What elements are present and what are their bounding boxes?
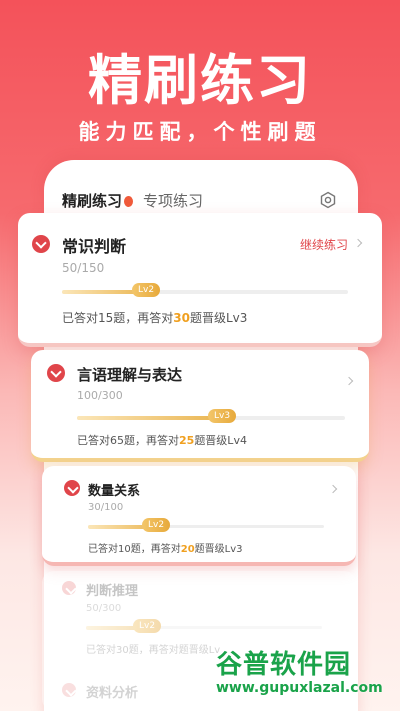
chevron-down-icon[interactable] xyxy=(62,683,76,697)
watermark-url: www.gupuxlazal.com xyxy=(216,680,383,696)
note-prefix: 已答对10题，再答对 xyxy=(88,544,181,555)
hero-title: 精刷练习 xyxy=(88,49,312,112)
level-badge: Lv2 xyxy=(133,619,162,633)
progress-bar: Lv2 xyxy=(88,518,324,532)
card-quantitative[interactable]: 数量关系 30/100 Lv2 已答对10题，再答对20题晋级Lv3 xyxy=(42,466,356,566)
level-badge: Lv2 xyxy=(132,283,161,297)
tab-bar: 精刷练习 专项练习 xyxy=(62,190,203,211)
note-suffix: 题晋级Lv4 xyxy=(194,434,247,447)
progress-bar: Lv2 xyxy=(86,619,322,633)
card-note: 已答对10题，再答对20题晋级Lv3 xyxy=(88,540,243,555)
card-title: 数量关系 xyxy=(88,484,141,499)
card-count: 100/300 xyxy=(77,389,123,402)
note-number: 20 xyxy=(180,544,195,555)
watermark: 谷普软件园 www.gupuxlazal.com xyxy=(212,644,400,704)
card-note: 已答对30题，再答对题晋级Lv xyxy=(86,641,220,656)
note-prefix: 已答对15题，再答对 xyxy=(62,311,174,325)
chevron-down-icon[interactable] xyxy=(47,364,65,382)
chevron-down-icon[interactable] xyxy=(64,480,80,496)
progress-bar: Lv2 xyxy=(62,283,348,297)
settings-icon[interactable] xyxy=(319,191,337,209)
level-badge: Lv3 xyxy=(208,409,237,423)
note-prefix: 已答对65题，再答对 xyxy=(77,434,179,447)
chevron-right-icon[interactable] xyxy=(344,376,354,386)
card-title: 判断推理 xyxy=(86,584,139,599)
card-note: 已答对15题，再答对30题晋级Lv3 xyxy=(62,309,247,326)
continue-practice-link[interactable]: 继续练习 xyxy=(300,236,348,253)
note-suffix: 题晋级Lv3 xyxy=(194,544,243,555)
chevron-right-icon[interactable] xyxy=(328,484,338,494)
note-number: 30 xyxy=(173,311,190,325)
hero-subtitle: 能力匹配，个性刷题 xyxy=(78,120,322,144)
note-prefix: 已答对30题，再答对 xyxy=(86,645,179,656)
level-badge: Lv2 xyxy=(142,518,171,532)
progress-bar: Lv3 xyxy=(77,409,345,423)
card-note: 已答对65题，再答对25题晋级Lv4 xyxy=(77,432,247,448)
card-count: 30/100 xyxy=(88,502,124,513)
card-title: 资料分析 xyxy=(86,686,139,701)
card-count: 50/150 xyxy=(62,261,105,275)
card-count: 50/300 xyxy=(86,603,122,614)
card-common-sense[interactable]: 常识判断 继续练习 50/150 Lv2 已答对15题，再答对30题晋级Lv3 xyxy=(18,213,382,347)
chevron-down-icon[interactable] xyxy=(62,581,76,595)
card-title: 言语理解与表达 xyxy=(77,366,183,384)
card-title: 常识判断 xyxy=(62,237,127,256)
chevron-down-icon[interactable] xyxy=(32,235,50,253)
tab-label: 精刷练习 xyxy=(62,192,123,210)
tomato-icon xyxy=(124,196,134,207)
tab-intensive-practice[interactable]: 精刷练习 xyxy=(62,190,134,211)
tab-topic-practice[interactable]: 专项练习 xyxy=(143,190,203,211)
chevron-right-icon[interactable] xyxy=(353,238,363,248)
note-number: 25 xyxy=(179,434,195,447)
watermark-name: 谷普软件园 xyxy=(216,650,352,680)
note-suffix: 题晋级Lv3 xyxy=(189,311,248,325)
card-verbal[interactable]: 言语理解与表达 100/300 Lv3 已答对65题，再答对25题晋级Lv4 xyxy=(31,350,369,462)
